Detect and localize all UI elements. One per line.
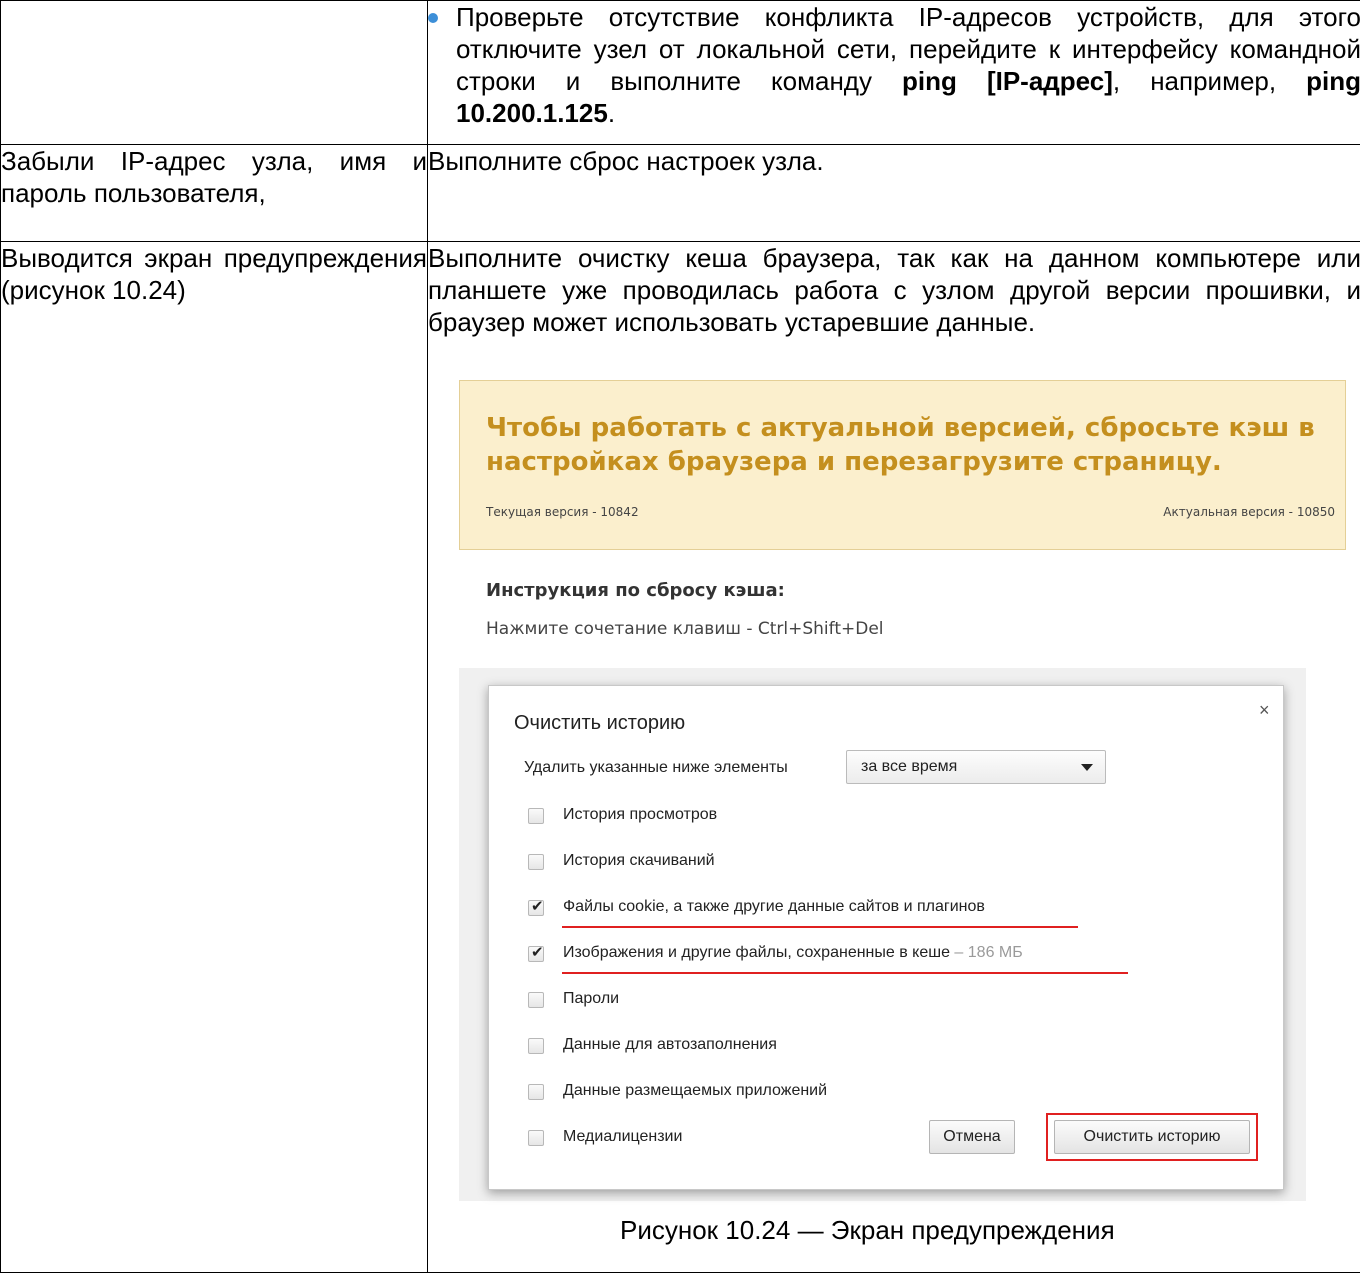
checkbox[interactable]	[528, 1130, 544, 1146]
close-icon[interactable]: ×	[1259, 700, 1270, 721]
clear-history-button[interactable]: Очистить историю	[1054, 1120, 1250, 1154]
option-label-text: Изображения и другие файлы, сохраненные …	[563, 944, 950, 961]
checkbox[interactable]	[528, 1084, 544, 1100]
chevron-down-icon	[1081, 764, 1093, 771]
highlight-underline	[562, 926, 1078, 928]
command-text: ping [IP-адрес]	[902, 66, 1113, 96]
bullet-text: .	[607, 98, 616, 128]
cache-size: – 186 МБ	[949, 944, 1023, 961]
option-label: Данные размещаемых приложений	[563, 1082, 828, 1099]
option-label: История просмотров	[563, 806, 718, 823]
checkmark-icon: ✔	[531, 944, 544, 961]
checkbox[interactable]: ✔	[528, 944, 544, 962]
instruction-heading: Инструкция по сбросу кэша:	[486, 580, 785, 601]
table-row: Забыли IP-адрес узла, имя и пароль польз…	[0, 144, 1360, 242]
warning-title: Чтобы работать с актуальной версией, сбр…	[486, 413, 1315, 477]
checkbox[interactable]: ✔	[528, 898, 544, 916]
instruction-text: Нажмите сочетание клавиш - Ctrl+Shift+De…	[486, 619, 884, 639]
warning-screen-figure: Чтобы работать с актуальной версией, сбр…	[448, 369, 1351, 1201]
time-range-label: Удалить указанные ниже элементы	[524, 759, 788, 776]
problem-cell: Выводится экран предупре­ждения (рисунок…	[0, 241, 428, 1273]
checkbox[interactable]	[528, 808, 544, 824]
bullet-dot-icon	[428, 13, 438, 23]
option-label: Данные для автозаполнения	[563, 1036, 777, 1053]
option-label: Медиалицензии	[563, 1128, 683, 1145]
figure-caption: Рисунок 10.24 — Экран предупреждения	[620, 1215, 1115, 1245]
checkmark-icon: ✔	[531, 898, 544, 915]
cancel-button[interactable]: Отмена	[929, 1120, 1015, 1154]
highlight-underline	[562, 972, 1128, 974]
current-version: Текущая версия - 10842	[486, 505, 639, 519]
option-label: История скачиваний	[563, 852, 715, 869]
checkbox[interactable]	[528, 992, 544, 1008]
option-label: Пароли	[563, 990, 620, 1007]
table-row: Проверьте отсутствие конфликта IP-адресо…	[0, 0, 1360, 145]
checkbox[interactable]	[528, 1038, 544, 1054]
time-range-value: за все время	[861, 758, 958, 775]
time-range-select[interactable]: за все время	[846, 750, 1106, 784]
option-label: Изображения и другие файлы, сохраненные …	[563, 944, 1023, 962]
bullet-text: , например,	[1112, 66, 1307, 96]
bullet-item: Проверьте отсутствие конфликта IP-адресо…	[428, 1, 1360, 129]
checkbox[interactable]	[528, 854, 544, 870]
dialog-title: Очистить историю	[514, 712, 686, 734]
clear-history-dialog: Очистить историю × Удалить указанные ниж…	[488, 685, 1284, 1190]
problem-cell	[0, 0, 428, 145]
solution-cell: Выполните сброс настроек узла.	[427, 144, 1360, 242]
problem-cell: Забыли IP-адрес узла, имя и пароль польз…	[0, 144, 428, 242]
warning-banner: Чтобы работать с актуальной версией, сбр…	[459, 380, 1346, 550]
option-label: Файлы cookie, а также другие данные сайт…	[563, 898, 985, 915]
solution-cell: Проверьте отсутствие конфликта IP-адресо…	[427, 0, 1360, 145]
actual-version: Актуальная версия - 10850	[1163, 505, 1335, 519]
